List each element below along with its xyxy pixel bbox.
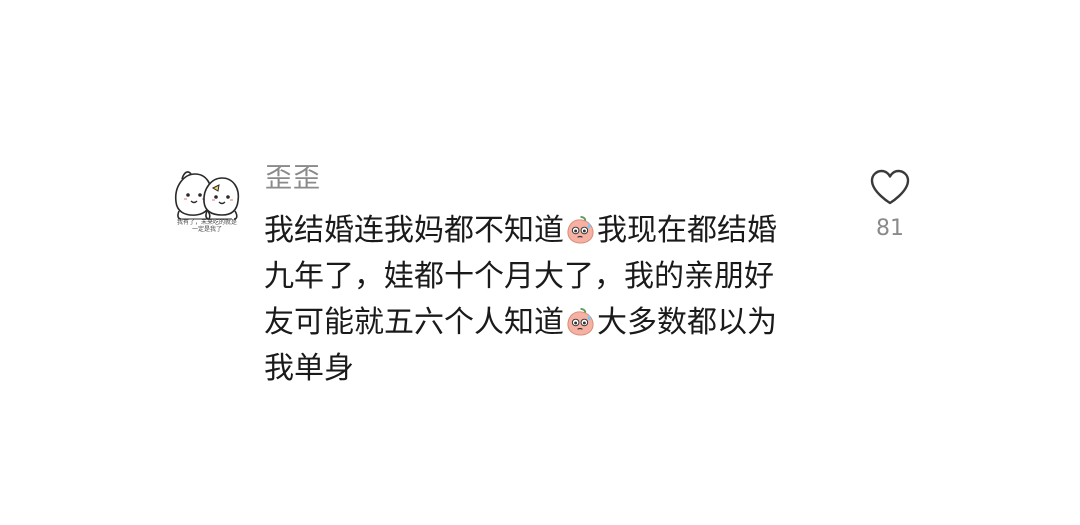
username[interactable]: 歪歪 <box>265 162 321 196</box>
heart-outline-icon[interactable] <box>869 168 911 206</box>
avatar[interactable]: 我有了，未来吃的就是一定是我了 <box>166 164 246 236</box>
comment-line: 九年了，娃都十个月大了，我的亲朋好 <box>264 259 774 294</box>
avatar-caption: 我有了，未来吃的就是一定是我了 <box>176 219 237 233</box>
comment-line: 我结婚连我妈都不知道 我现在都结婚 <box>264 213 777 248</box>
comment-item: 我有了，未来吃的就是一定是我了 歪歪 我结婚连我妈都不知道 我现在都结婚 九年了… <box>0 0 1080 525</box>
like-count: 81 <box>876 216 904 241</box>
comment-text: 我结婚连我妈都不知道 我现在都结婚 九年了，娃都十个月大了，我的亲朋好 友可能就… <box>264 208 824 392</box>
like-button[interactable]: 81 <box>862 168 918 241</box>
comment-line: 友可能就五六个人知道 大多数都以为 <box>264 305 777 340</box>
comment-line: 我单身 <box>264 351 354 386</box>
sweat-peach-emoji-icon <box>567 307 594 336</box>
sweat-peach-emoji-icon <box>567 215 594 244</box>
